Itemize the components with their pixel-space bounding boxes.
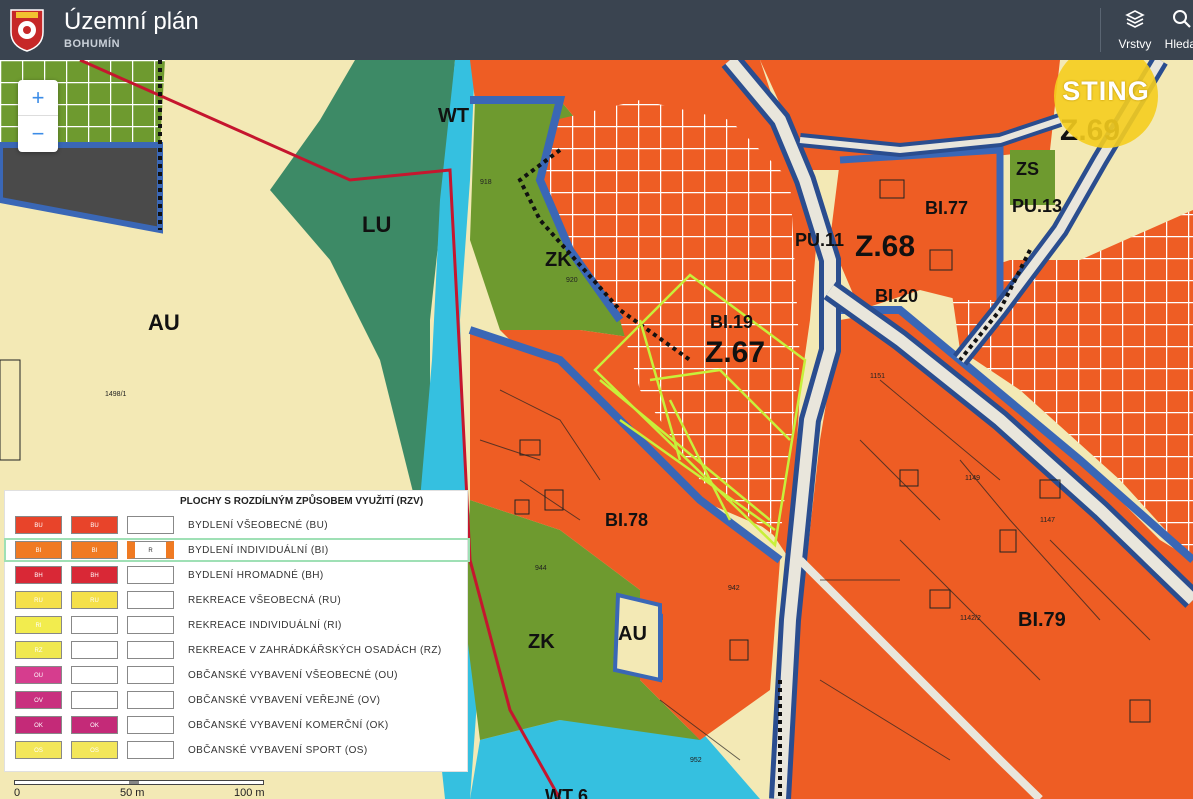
legend-swatch: BI — [71, 541, 118, 559]
app-subtitle: BOHUMÍN — [64, 38, 121, 50]
municipal-crest-logo — [8, 6, 46, 52]
legend-swatch — [127, 591, 174, 609]
layers-icon — [1124, 10, 1146, 34]
legend-row-bh[interactable]: BH BH BYDLENÍ HROMADNÉ (BH) — [5, 564, 469, 586]
legend-swatch: R — [127, 541, 174, 559]
label-z67: Z.67 — [705, 336, 765, 369]
header-divider — [1100, 8, 1101, 52]
parcel-number: 1142/2 — [960, 615, 981, 622]
layers-label: Vrstvy — [1118, 37, 1152, 51]
legend-row-label: OBČANSKÉ VYBAVENÍ KOMERČNÍ (OK) — [188, 720, 389, 731]
label-zk-top: ZK — [545, 249, 572, 271]
parcel-number: 944 — [535, 565, 547, 572]
search-button[interactable]: Hledat — [1162, 8, 1193, 52]
legend-swatch — [71, 641, 118, 659]
legend-swatch: BH — [71, 566, 118, 584]
legend-row-label: BYDLENÍ VŠEOBECNÉ (BU) — [188, 520, 328, 531]
parcel-number: 920 — [566, 277, 578, 284]
parcel-number: 1151 — [870, 373, 885, 380]
scale-label-50: 50 m — [120, 787, 145, 799]
legend-swatch: RU — [71, 591, 118, 609]
legend-swatch: OK — [15, 716, 62, 734]
label-pu11: PU.11 — [795, 230, 844, 250]
legend-swatch — [127, 641, 174, 659]
legend-row-ri[interactable]: RI REKREACE INDIVIDUÁLNÍ (RI) — [5, 614, 469, 636]
legend-row-label: OBČANSKÉ VYBAVENÍ VEŘEJNÉ (OV) — [188, 695, 381, 706]
parcel-number: 952 — [690, 757, 702, 764]
legend-row-ru[interactable]: RU RU REKREACE VŠEOBECNÁ (RU) — [5, 589, 469, 611]
legend-swatch — [127, 666, 174, 684]
search-icon — [1171, 10, 1193, 34]
legend-swatch: OV — [15, 691, 62, 709]
label-bi19: BI.19 — [710, 312, 753, 332]
legend-row-rz[interactable]: RZ REKREACE V ZAHRÁDKÁŘSKÝCH OSADÁCH (RZ) — [5, 639, 469, 661]
label-bi78: BI.78 — [605, 510, 648, 530]
label-z68: Z.68 — [855, 230, 915, 263]
legend-row-label: OBČANSKÉ VYBAVENÍ VŠEOBECNÉ (OU) — [188, 670, 398, 681]
scale-label-0: 0 — [14, 787, 21, 799]
legend-row-bi[interactable]: BI BI R BYDLENÍ INDIVIDUÁLNÍ (BI) — [4, 538, 470, 562]
legend-swatch — [127, 741, 174, 759]
legend-row-label: BYDLENÍ HROMADNÉ (BH) — [188, 570, 324, 581]
label-bi77: BI.77 — [925, 198, 968, 218]
parcel-number: 1498/1 — [105, 391, 127, 398]
legend-swatch: BU — [15, 516, 62, 534]
zoom-control: + − — [18, 80, 58, 152]
legend-swatch — [71, 691, 118, 709]
legend-row-bu[interactable]: BU BU BYDLENÍ VŠEOBECNÉ (BU) — [5, 514, 469, 536]
legend-swatch — [127, 691, 174, 709]
legend-swatch — [71, 666, 118, 684]
map-legend: PLOCHY S ROZDÍLNÝM ZPŮSOBEM VYUŽITÍ (RZV… — [4, 490, 470, 772]
parcel-number: 942 — [728, 585, 740, 592]
legend-swatch: RU — [15, 591, 62, 609]
legend-row-label: REKREACE INDIVIDUÁLNÍ (RI) — [188, 620, 342, 631]
scale-bar-graphic — [14, 780, 264, 785]
legend-swatch — [71, 616, 118, 634]
legend-swatch: BI — [15, 541, 62, 559]
zoom-out-button[interactable]: − — [18, 116, 58, 152]
label-lu: LU — [362, 212, 391, 237]
legend-title: PLOCHY S ROZDÍLNÝM ZPŮSOBEM VYUŽITÍ (RZV… — [180, 496, 424, 507]
legend-swatch: OS — [15, 741, 62, 759]
legend-row-label: OBČANSKÉ VYBAVENÍ SPORT (OS) — [188, 745, 368, 756]
legend-swatch: RZ — [15, 641, 62, 659]
label-pu13: PU.13 — [1012, 196, 1062, 216]
parcel-number: 1149 — [965, 475, 980, 482]
label-zk-bottom: ZK — [528, 631, 555, 653]
search-label: Hledat — [1164, 37, 1193, 51]
scale-label-100: 100 m — [234, 787, 265, 799]
legend-row-label: REKREACE VŠEOBECNÁ (RU) — [188, 595, 342, 606]
legend-swatch — [127, 566, 174, 584]
legend-row-label: REKREACE V ZAHRÁDKÁŘSKÝCH OSADÁCH (RZ) — [188, 645, 442, 656]
legend-row-label: BYDLENÍ INDIVIDUÁLNÍ (BI) — [188, 545, 329, 556]
legend-swatch — [127, 616, 174, 634]
legend-row-ok[interactable]: OK OK OBČANSKÉ VYBAVENÍ KOMERČNÍ (OK) — [5, 714, 469, 736]
legend-swatch: OU — [15, 666, 62, 684]
app-title: Územní plán — [64, 8, 199, 35]
legend-row-ov[interactable]: OV OBČANSKÉ VYBAVENÍ VEŘEJNÉ (OV) — [5, 689, 469, 711]
sting-badge-text: STING — [1062, 76, 1150, 106]
legend-swatch: OS — [71, 741, 118, 759]
label-bi79: BI.79 — [1018, 609, 1066, 631]
label-zs: ZS — [1016, 159, 1039, 179]
label-au-small: AU — [618, 623, 647, 645]
legend-row-ou[interactable]: OU OBČANSKÉ VYBAVENÍ VŠEOBECNÉ (OU) — [5, 664, 469, 686]
zoom-in-button[interactable]: + — [18, 80, 58, 116]
app-header: Územní plán BOHUMÍN Vrstvy Hledat — [0, 0, 1193, 60]
legend-swatch: RI — [15, 616, 62, 634]
parcel-number: 1147 — [1040, 517, 1055, 524]
legend-swatch: BU — [71, 516, 118, 534]
legend-swatch: BH — [15, 566, 62, 584]
legend-swatch — [127, 716, 174, 734]
label-wt-bottom: WT 6 — [545, 786, 588, 799]
legend-row-os[interactable]: OS OS OBČANSKÉ VYBAVENÍ SPORT (OS) — [5, 739, 469, 761]
legend-swatch: OK — [71, 716, 118, 734]
label-au-left: AU — [148, 310, 180, 335]
scale-bar: 0 50 m 100 m — [14, 778, 274, 799]
label-wt-top: WT — [438, 105, 469, 127]
label-bi20: BI.20 — [875, 286, 918, 306]
layers-button[interactable]: Vrstvy — [1112, 8, 1158, 52]
parcel-number: 918 — [480, 179, 492, 186]
legend-swatch — [127, 516, 174, 534]
